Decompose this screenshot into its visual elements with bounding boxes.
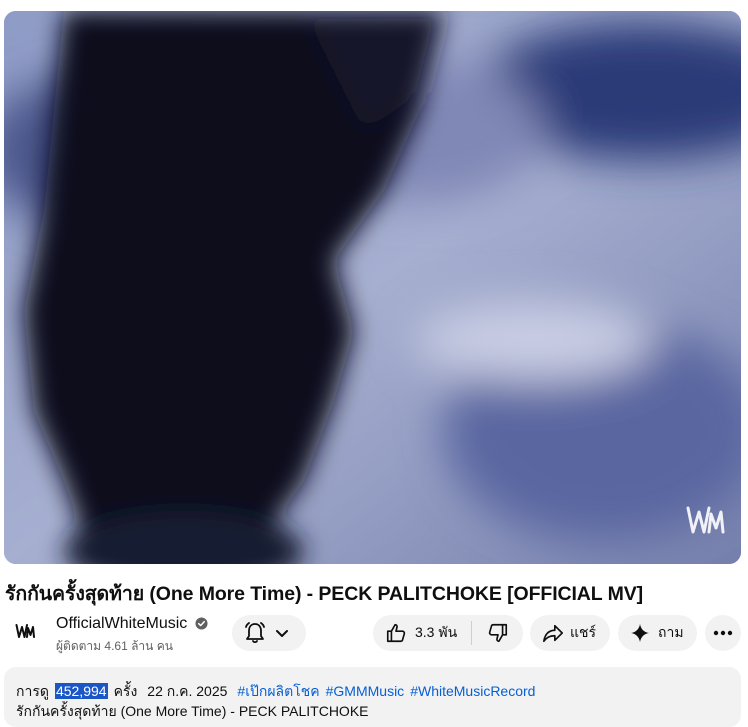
view-count: 452,994 — [54, 683, 108, 699]
dislike-button[interactable] — [472, 615, 523, 651]
channel-name[interactable]: OfficialWhiteMusic — [56, 615, 187, 633]
thumbs-down-icon — [488, 623, 507, 643]
more-horizontal-icon — [713, 630, 733, 636]
views-prefix: การดู — [16, 683, 49, 699]
bell-icon — [245, 622, 265, 644]
video-title: รักกันครั้งสุดท้าย (One More Time) - PEC… — [5, 583, 644, 605]
like-button[interactable]: 3.3 พัน — [373, 615, 471, 651]
ask-label: ถาม — [658, 624, 684, 640]
video-frame — [4, 11, 741, 564]
wm-logo-icon — [15, 624, 35, 638]
hashtag-link[interactable]: #GMMMusic — [326, 683, 405, 699]
subscription-button[interactable] — [232, 615, 306, 651]
hashtag-link[interactable]: #WhiteMusicRecord — [410, 683, 535, 699]
chevron-down-icon — [276, 630, 288, 637]
more-actions-button[interactable] — [705, 615, 741, 651]
description-box[interactable]: การดู 452,994 ครั้ง 22 ก.ค. 2025 #เป๊กผลิตโช… — [4, 667, 741, 727]
ask-button[interactable]: ถาม — [618, 615, 697, 651]
like-count: 3.3 พัน — [415, 624, 458, 640]
share-label: แชร์ — [570, 624, 597, 640]
share-button[interactable]: แชร์ — [530, 615, 610, 651]
channel-avatar[interactable] — [7, 612, 45, 650]
description-text: รักกันครั้งสุดท้าย (One More Time) - PEC… — [16, 703, 369, 719]
views-suffix: ครั้ง — [113, 683, 138, 699]
sparkle-icon — [631, 624, 649, 642]
like-dislike-group: 3.3 พัน — [373, 615, 523, 651]
check-circle-icon — [195, 617, 208, 630]
video-player[interactable] — [4, 11, 741, 564]
thumbs-up-icon — [386, 623, 406, 643]
wm-watermark-icon — [686, 506, 725, 534]
share-arrow-icon — [543, 624, 563, 643]
subscriber-count: ผู้ติดตาม 4.61 ล้าน คน — [56, 639, 173, 653]
description-meta: การดู 452,994 ครั้ง 22 ก.ค. 2025 #เป๊กผลิตโช… — [16, 681, 535, 703]
upload-date: 22 ก.ค. 2025 — [147, 683, 228, 699]
hashtag-link[interactable]: #เป๊กผลิตโชค — [237, 683, 319, 699]
